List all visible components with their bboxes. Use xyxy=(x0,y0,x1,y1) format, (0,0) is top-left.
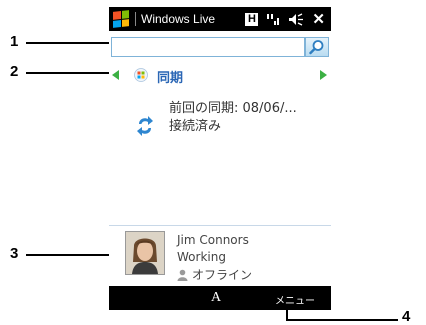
avatar-photo-icon xyxy=(126,232,164,274)
windows-logo-icon[interactable] xyxy=(113,10,129,28)
callout-3-line xyxy=(26,254,116,256)
phone-screen: Windows Live H ✕ 同期 前回の同期: 08/06/... 接続済… xyxy=(109,7,331,310)
contact-avatar[interactable] xyxy=(125,231,165,275)
callout-1-line xyxy=(26,42,112,44)
next-arrow-icon[interactable] xyxy=(320,70,327,80)
connection-status-text: 接続済み xyxy=(169,119,222,134)
sync-icon[interactable] xyxy=(135,114,155,138)
previous-arrow-icon[interactable] xyxy=(112,70,119,80)
presence-status-text: オフライン xyxy=(192,268,253,282)
windows-live-logo-icon xyxy=(134,68,148,82)
last-sync-text: 前回の同期: 08/06/... xyxy=(169,101,297,116)
presence-person-icon xyxy=(177,269,188,281)
contact-name: Jim Connors xyxy=(177,233,249,247)
callout-3-number: 3 xyxy=(10,245,19,262)
callout-2-line xyxy=(26,72,112,74)
title-bar: Windows Live H ✕ xyxy=(109,7,331,31)
navigation-row: 同期 xyxy=(109,67,331,86)
callout-4-number: 4 xyxy=(402,308,411,325)
left-softkey[interactable]: A xyxy=(211,290,221,306)
contact-presence: オフライン xyxy=(177,266,252,283)
menu-softkey[interactable]: メニュー xyxy=(275,292,315,307)
callout-4-line xyxy=(286,319,398,321)
callout-1-number: 1 xyxy=(10,33,19,50)
search-row xyxy=(109,37,331,59)
contact-status-message: Working xyxy=(177,250,226,264)
callout-2-number: 2 xyxy=(10,63,19,80)
volume-icon[interactable] xyxy=(288,12,304,26)
hsdpa-icon: H xyxy=(245,12,259,26)
search-input[interactable] xyxy=(111,37,305,57)
search-button[interactable] xyxy=(305,37,329,57)
search-icon xyxy=(309,40,324,55)
contact-divider xyxy=(109,225,331,226)
signal-icon xyxy=(267,13,280,25)
close-icon[interactable]: ✕ xyxy=(312,10,325,28)
sync-page-title: 同期 xyxy=(157,71,184,86)
softkey-bar: A メニュー xyxy=(109,286,331,310)
app-title: Windows Live xyxy=(135,12,215,26)
status-icons: H ✕ xyxy=(245,10,325,28)
